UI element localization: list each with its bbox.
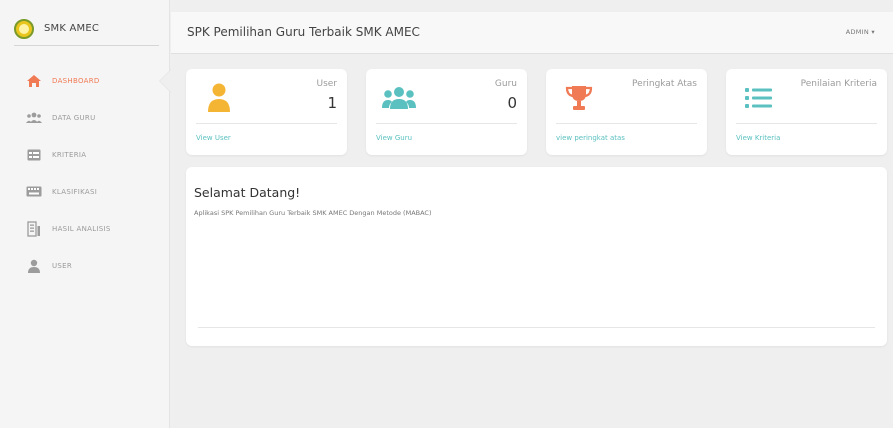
card-value: 0 [507, 94, 517, 112]
list-icon [742, 83, 776, 113]
card-label: Penilaian Kriteria [800, 79, 877, 89]
card-value: 1 [327, 94, 337, 112]
sidebar-item-label: KLASIFIKASI [52, 187, 98, 196]
divider [736, 123, 877, 124]
page-title: SPK Pemilihan Guru Terbaik SMK AMEC [187, 25, 420, 39]
brand-name: SMK AMEC [44, 23, 100, 34]
sidebar-item-klasifikasi[interactable]: KLASIFIKASI [0, 173, 170, 210]
welcome-panel: Selamat Datang! Aplikasi SPK Pemilihan G… [186, 167, 887, 346]
trophy-icon [562, 83, 596, 113]
sidebar-item-kriteria[interactable]: KRITERIA [0, 136, 170, 173]
stat-card-peringkat-atas: Peringkat Atas view peringkat atas [546, 69, 707, 155]
divider [376, 123, 517, 124]
user-icon [202, 83, 236, 113]
sidebar-item-label: DASHBOARD [52, 76, 100, 85]
brand[interactable]: SMK AMEC [14, 12, 159, 46]
sidebar-item-dashboard[interactable]: DASHBOARD [0, 62, 171, 99]
card-label: User [316, 79, 337, 89]
view-peringkat-atas-link[interactable]: view peringkat atas [556, 134, 625, 142]
sidebar-item-hasil-analisis[interactable]: HASIL ANALISIS [0, 210, 170, 247]
view-guru-link[interactable]: View Guru [376, 134, 412, 142]
divider [198, 327, 875, 328]
sidebar-item-label: DATA GURU [52, 113, 96, 122]
users-icon [382, 83, 416, 113]
top-bar: SPK Pemilihan Guru Terbaik SMK AMEC ADMI… [171, 12, 893, 54]
sidebar-nav: DASHBOARD DATA GURU KRITERIA KLASIFIKASI [0, 62, 171, 284]
stat-card-user: User 1 View User [186, 69, 347, 155]
school-logo-icon [14, 18, 34, 39]
welcome-text: Aplikasi SPK Pemilihan Guru Terbaik SMK … [194, 209, 432, 217]
stat-card-penilaian-kriteria: Penilaian Kriteria View Kriteria [726, 69, 887, 155]
users-icon [26, 111, 42, 125]
user-icon [26, 259, 42, 273]
report-icon [26, 220, 42, 237]
view-kriteria-link[interactable]: View Kriteria [736, 134, 780, 142]
sidebar: SMK AMEC DASHBOARD DATA GURU KRITERIA KL… [0, 0, 171, 428]
sidebar-item-data-guru[interactable]: DATA GURU [0, 99, 170, 136]
welcome-title: Selamat Datang! [194, 185, 301, 200]
table-icon [26, 148, 42, 162]
stat-card-guru: Guru 0 View Guru [366, 69, 527, 155]
sidebar-item-label: KRITERIA [52, 150, 87, 159]
divider [196, 123, 337, 124]
card-label: Peringkat Atas [632, 79, 697, 89]
divider [556, 123, 697, 124]
view-user-link[interactable]: View User [196, 134, 231, 142]
sidebar-item-label: USER [52, 261, 73, 270]
sidebar-item-label: HASIL ANALISIS [52, 224, 111, 233]
sidebar-item-user[interactable]: USER [0, 247, 170, 284]
admin-dropdown[interactable]: ADMIN ▾ [846, 28, 875, 36]
keyboard-icon [26, 185, 42, 199]
card-label: Guru [494, 79, 517, 89]
home-icon [26, 74, 42, 88]
